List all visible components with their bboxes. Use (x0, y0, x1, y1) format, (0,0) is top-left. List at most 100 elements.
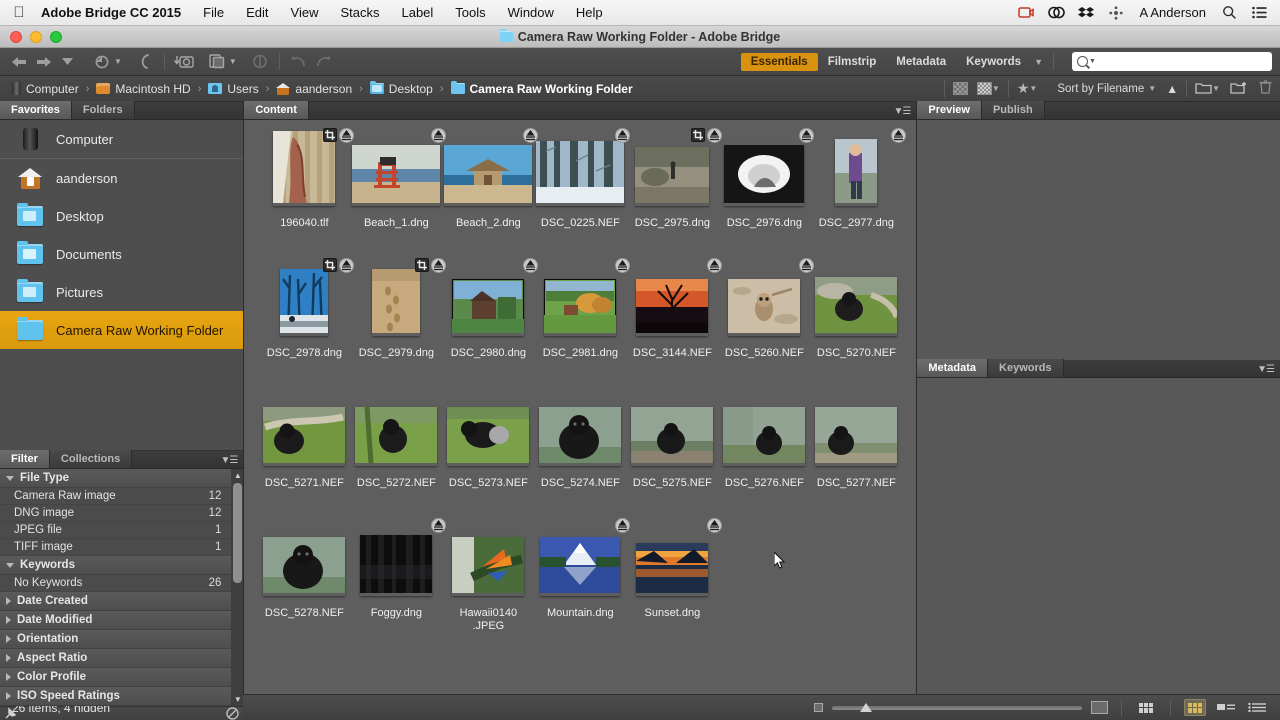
thumbnail-image[interactable] (444, 394, 532, 466)
thumbnail-image[interactable] (628, 394, 716, 466)
thumbnail-cell[interactable]: DSC_5260.NEF (718, 258, 815, 388)
apple-icon[interactable]:  (8, 5, 30, 20)
grid-view-icon[interactable] (1184, 699, 1206, 716)
thumbnail-image[interactable] (628, 518, 723, 596)
thumbnail-cell[interactable]: DSC_0225.NEF (534, 128, 631, 258)
thumbnail-cell[interactable]: DSC_5275.NEF (626, 394, 718, 518)
thumbnail-image[interactable] (352, 128, 447, 206)
list-view-icon[interactable] (1246, 699, 1268, 716)
scroll-up-icon[interactable]: ▲ (233, 471, 242, 480)
thumbnail-cell[interactable]: DSC_3144.NEF (626, 258, 723, 388)
thumbnail-cell[interactable]: DSC_5274.NEF (534, 394, 626, 518)
video-capture-icon[interactable] (1018, 4, 1035, 21)
thumbnail-cell[interactable]: 196040.tlf (258, 128, 355, 258)
filter-group-date-created[interactable]: Date Created (0, 592, 232, 611)
thumbnail-image[interactable] (352, 394, 440, 466)
filter-unrated-icon[interactable] (952, 82, 968, 95)
workspace-tab-essentials[interactable]: Essentials (740, 52, 818, 71)
filter-group-aspect-ratio[interactable]: Aspect Ratio (0, 649, 232, 668)
menu-view[interactable]: View (280, 5, 330, 20)
filter-group-orientation[interactable]: Orientation (0, 630, 232, 649)
search-box[interactable]: ▼ (1072, 52, 1272, 71)
thumbnail-cell[interactable]: DSC_2979.dng (350, 258, 447, 388)
get-photos-from-camera-icon[interactable] (173, 51, 195, 73)
filter-group-color-profile[interactable]: Color Profile (0, 668, 232, 687)
thumbnail-cell[interactable]: DSC_2976.dng (718, 128, 815, 258)
breadcrumb-users[interactable]: Users (204, 82, 262, 96)
back-arrow-icon[interactable] (8, 51, 30, 73)
thumbnail-image[interactable] (444, 258, 539, 336)
thumbnail-cell[interactable]: Hawaii0140 .JPEG (442, 524, 534, 648)
filter-dropdown-icon[interactable] (976, 82, 992, 95)
panel-menu-icon[interactable]: ▼☰ (1257, 364, 1275, 375)
lock-view-icon[interactable] (1135, 699, 1157, 716)
breadcrumb-aanderson[interactable]: aanderson (272, 82, 356, 96)
thumbnail-cell[interactable]: Beach_1.dng (350, 128, 447, 258)
filter-group-iso-speed-ratings[interactable]: ISO Speed Ratings (0, 687, 232, 706)
refine-dropdown-icon[interactable]: ▼ (229, 57, 237, 66)
tab-collections[interactable]: Collections (49, 450, 133, 468)
tab-preview[interactable]: Preview (917, 101, 982, 119)
workspace-tab-keywords[interactable]: Keywords (956, 53, 1031, 71)
filter-row-camera-raw-image[interactable]: Camera Raw image 12 (0, 488, 232, 505)
menubar-user-name[interactable]: A Anderson (1138, 5, 1209, 20)
thumbnail-image[interactable] (536, 394, 624, 466)
ascending-arrow-icon[interactable]: ▲ (1166, 82, 1178, 96)
dropbox-icon[interactable] (1078, 4, 1095, 21)
thumbnail-image[interactable] (720, 258, 815, 336)
revert-icon[interactable] (92, 51, 114, 73)
thumbnail-image[interactable] (812, 128, 907, 206)
thumbnail-image[interactable] (720, 394, 808, 466)
creative-cloud-icon[interactable] (1047, 4, 1065, 21)
menu-window[interactable]: Window (497, 5, 565, 20)
network-icon[interactable] (1108, 4, 1125, 21)
thumbnail-cell[interactable]: DSC_5278.NEF (258, 524, 350, 648)
thumbnail-cell[interactable]: Sunset.dng (626, 518, 723, 648)
thumbnail-image[interactable] (536, 128, 631, 206)
menu-tools[interactable]: Tools (444, 5, 496, 20)
sidebar-item-documents[interactable]: Documents (0, 235, 243, 273)
rotate-counterclockwise-icon[interactable] (288, 51, 310, 73)
tab-publish[interactable]: Publish (981, 101, 1045, 119)
thumbnail-image[interactable] (444, 524, 532, 596)
filter-row-no-keywords[interactable]: No Keywords 26 (0, 575, 232, 592)
thumbnail-image[interactable] (628, 258, 723, 336)
forward-arrow-icon[interactable] (32, 51, 54, 73)
tab-content[interactable]: Content (244, 101, 309, 119)
thumbnail-cell[interactable]: DSC_2981.dng (534, 258, 631, 388)
rotate-icon[interactable] (249, 51, 271, 73)
star-rating-icon[interactable]: ★ (1017, 80, 1030, 97)
search-scope-dropdown-icon[interactable]: ▼ (1089, 58, 1096, 65)
recent-dropdown-icon[interactable] (56, 51, 78, 73)
thumbnail-image[interactable] (720, 128, 815, 206)
filter-row-tiff-image[interactable]: TIFF image 1 (0, 539, 232, 556)
tab-keywords[interactable]: Keywords (988, 359, 1064, 377)
rotate-clockwise-icon[interactable] (312, 51, 334, 73)
open-in-icon[interactable] (1195, 81, 1212, 97)
thumbnail-cell[interactable]: DSC_2980.dng (442, 258, 539, 388)
sidebar-item-camera-raw-working-folder[interactable]: Camera Raw Working Folder (0, 311, 244, 349)
scroll-down-icon[interactable]: ▼ (233, 695, 242, 704)
notification-center-icon[interactable] (1251, 4, 1268, 21)
menu-app-name[interactable]: Adobe Bridge CC 2015 (30, 5, 192, 20)
thumbnail-size-slider[interactable] (832, 702, 1082, 714)
tab-filter[interactable]: Filter (0, 450, 50, 468)
return-icon[interactable] (134, 51, 156, 73)
workspace-tab-metadata[interactable]: Metadata (886, 53, 956, 71)
sort-label[interactable]: Sort by Filename (1053, 83, 1148, 95)
thumbnail-image[interactable] (536, 258, 631, 336)
thumbnail-image[interactable] (260, 524, 348, 596)
chevron-down-icon[interactable]: ▼ (1148, 84, 1156, 93)
small-thumbnail-icon[interactable] (814, 703, 823, 712)
thumbnail-image[interactable] (812, 264, 901, 336)
thumbnail-cell[interactable]: DSC_5271.NEF (258, 394, 350, 518)
camera-raw-badge-icon[interactable] (707, 518, 723, 533)
rating-dropdown-icon[interactable]: ▼ (1029, 84, 1037, 93)
thumbnail-image[interactable] (260, 258, 355, 336)
thumbnail-cell[interactable]: DSC_5273.NEF (442, 394, 534, 518)
menu-help[interactable]: Help (565, 5, 614, 20)
filter-row-jpeg-file[interactable]: JPEG file 1 (0, 522, 232, 539)
breadcrumb-macintosh-hd[interactable]: Macintosh HD (92, 82, 194, 96)
thumbnail-image[interactable] (260, 128, 355, 206)
camera-raw-badge-icon[interactable] (891, 128, 907, 143)
